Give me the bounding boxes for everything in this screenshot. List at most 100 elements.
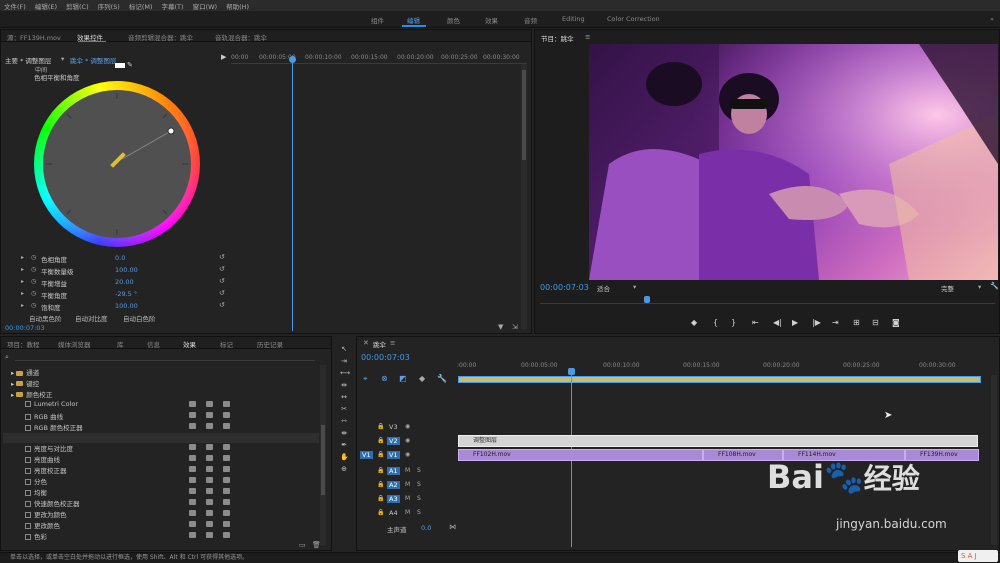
wrench-icon[interactable]: 🔧 xyxy=(990,282,999,290)
pen-tool-icon[interactable]: ✒ xyxy=(340,441,348,449)
add-marker-icon[interactable]: ◆ xyxy=(691,318,697,327)
solo-icon[interactable]: S xyxy=(417,509,421,516)
track-target[interactable]: V2 xyxy=(387,437,400,445)
tab-project[interactable]: 项目：教程 xyxy=(7,339,40,349)
effects-tree-item[interactable]: 更改颜色 xyxy=(25,520,60,530)
selection-tool-icon[interactable]: ↖ xyxy=(340,345,348,353)
workspace-editing-cn[interactable]: 编辑 xyxy=(407,15,420,25)
play-icon[interactable]: ▶ xyxy=(221,53,226,61)
expand-arrow-icon[interactable]: ▸ xyxy=(21,302,24,309)
panel-menu-icon[interactable]: ≡ xyxy=(585,33,590,41)
sequence-tab[interactable]: 跳伞 xyxy=(373,339,386,349)
timeline-timecode[interactable]: 00:00:07:03 xyxy=(361,353,410,362)
solo-icon[interactable]: S xyxy=(417,467,421,474)
lock-icon[interactable]: 🔒 xyxy=(377,467,384,474)
slip-tool-icon[interactable]: ⇿ xyxy=(340,417,348,425)
track-target[interactable]: A1 xyxy=(387,467,400,475)
auto-white-level-button[interactable]: 自动白色阶 xyxy=(123,313,156,323)
timeline-ruler[interactable]: :00:00 00:00:05:00 00:00:10:00 00:00:15:… xyxy=(457,359,997,371)
stopwatch-icon[interactable]: ◷ xyxy=(31,266,36,273)
lock-icon[interactable]: 🔒 xyxy=(377,495,384,502)
stopwatch-icon[interactable]: ◷ xyxy=(31,254,36,261)
eye-icon[interactable]: ◉ xyxy=(405,437,410,444)
effect-timeline-ruler[interactable]: 00:00 00:00:05:00 00:00:10:00 00:00:15:0… xyxy=(231,52,527,64)
program-scrubber[interactable] xyxy=(540,296,995,304)
clip-ff102h[interactable]: FF102H.mov xyxy=(458,449,703,461)
mute-icon[interactable]: M xyxy=(405,467,410,474)
eye-icon[interactable]: ◉ xyxy=(405,451,410,458)
tab-media-browser[interactable]: 媒体浏览器 xyxy=(58,339,91,349)
timeline-playhead-handle[interactable] xyxy=(568,368,575,375)
mark-out-icon[interactable]: } xyxy=(731,318,736,327)
step-back-icon[interactable]: ◀| xyxy=(773,318,782,327)
property-value[interactable]: 100.00 xyxy=(115,266,138,274)
tab-source[interactable]: 源：FF139H.mov xyxy=(7,32,61,42)
step-forward-icon[interactable]: |▶ xyxy=(812,318,821,327)
source-patch-v1[interactable]: V1 xyxy=(360,451,373,459)
lock-icon[interactable]: 🔒 xyxy=(377,423,384,430)
workspace-more-icon[interactable]: » xyxy=(990,15,994,23)
stopwatch-icon[interactable]: ◷ xyxy=(31,290,36,297)
export-frame-icon[interactable]: ◙ xyxy=(892,318,900,327)
expand-arrow-icon[interactable]: ▸ xyxy=(21,266,24,273)
export-icon[interactable]: ⇲ xyxy=(512,323,518,331)
effects-tree-item[interactable]: 分色 xyxy=(25,476,47,486)
auto-black-level-button[interactable]: 自动黑色阶 xyxy=(29,313,62,323)
reset-icon[interactable]: ↺ xyxy=(219,265,225,273)
panel-menu-icon[interactable]: ≡ xyxy=(390,339,395,347)
program-video-frame[interactable] xyxy=(589,44,998,280)
zoom-tool-icon[interactable]: ⊕ xyxy=(340,465,348,473)
reset-icon[interactable]: ↺ xyxy=(219,289,225,297)
effects-tree-item[interactable]: ▸ 通道 xyxy=(11,367,39,377)
reset-icon[interactable]: ↺ xyxy=(219,301,225,309)
effects-tree-item[interactable]: RGB 颜色校正器 xyxy=(25,422,83,432)
workspace-color[interactable]: 颜色 xyxy=(447,15,460,25)
property-value[interactable]: 0.0 xyxy=(115,254,125,262)
tab-libraries[interactable]: 库 xyxy=(117,339,124,349)
tab-effects[interactable]: 效果 xyxy=(183,339,196,349)
trash-icon[interactable]: 🗑 xyxy=(312,541,321,549)
effects-tree-item[interactable]: 亮度与对比度 xyxy=(25,443,73,453)
tab-history[interactable]: 历史记录 xyxy=(257,339,283,349)
lock-icon[interactable]: 🔒 xyxy=(377,437,384,444)
mark-in-icon[interactable]: { xyxy=(713,318,718,327)
menu-item[interactable]: 编辑(E) xyxy=(35,1,57,11)
tab-audio-clip-mixer[interactable]: 音频剪辑混合器：跳伞 xyxy=(128,32,193,42)
tab-info[interactable]: 信息 xyxy=(147,339,160,349)
razor-tool-icon[interactable]: ✂ xyxy=(340,405,348,413)
mute-icon[interactable]: M xyxy=(405,509,410,516)
ripple-edit-tool-icon[interactable]: ⟷ xyxy=(340,369,350,377)
effects-tree-item[interactable]: 色彩 xyxy=(25,531,47,541)
master-volume[interactable]: 0.0 xyxy=(421,524,431,532)
timeline-scrollbar[interactable] xyxy=(991,375,997,545)
menu-item[interactable]: 序列(S) xyxy=(98,1,120,11)
slide-tool-icon[interactable]: ⇼ xyxy=(340,429,348,437)
program-title[interactable]: 节目：跳伞 xyxy=(541,33,574,43)
chevron-down-icon[interactable]: ▾ xyxy=(633,283,636,291)
master-clip-label[interactable]: 主要 * 调整图层 xyxy=(5,55,51,65)
effects-tree-item[interactable]: 亮度曲线 xyxy=(25,454,60,464)
snap-icon[interactable]: ⌖ xyxy=(363,374,368,384)
effect-controls-timecode[interactable]: 00:00:07:03 xyxy=(5,324,45,332)
go-to-out-icon[interactable]: ⇥ xyxy=(832,318,839,327)
zoom-fit-select[interactable]: 适合 xyxy=(597,283,610,293)
hand-tool-icon[interactable]: ✋ xyxy=(340,453,349,461)
auto-contrast-button[interactable]: 自动对比度 xyxy=(75,313,108,323)
reset-icon[interactable]: ↺ xyxy=(219,253,225,261)
workspace-assembly[interactable]: 组件 xyxy=(371,15,384,25)
mute-icon[interactable]: M xyxy=(405,495,410,502)
stopwatch-icon[interactable]: ◷ xyxy=(31,278,36,285)
rate-stretch-tool-icon[interactable]: ↔ xyxy=(340,393,348,401)
expand-arrow-icon[interactable]: ▸ xyxy=(21,254,24,261)
track-target[interactable]: A2 xyxy=(387,481,400,489)
tab-track-mixer[interactable]: 音轨混合器：跳伞 xyxy=(215,32,267,42)
work-area-bar[interactable] xyxy=(458,376,981,383)
playhead-handle[interactable] xyxy=(289,56,296,63)
program-timecode[interactable]: 00:00:07:03 xyxy=(540,283,589,292)
solo-icon[interactable]: S xyxy=(417,495,421,502)
search-icon[interactable]: ⌕ xyxy=(5,353,9,362)
expand-arrow-icon[interactable]: ▸ xyxy=(11,369,14,377)
effects-tree-item[interactable]: 均衡 xyxy=(25,487,47,497)
track-target[interactable]: V1 xyxy=(387,451,400,459)
menu-item[interactable]: 帮助(H) xyxy=(226,1,249,11)
